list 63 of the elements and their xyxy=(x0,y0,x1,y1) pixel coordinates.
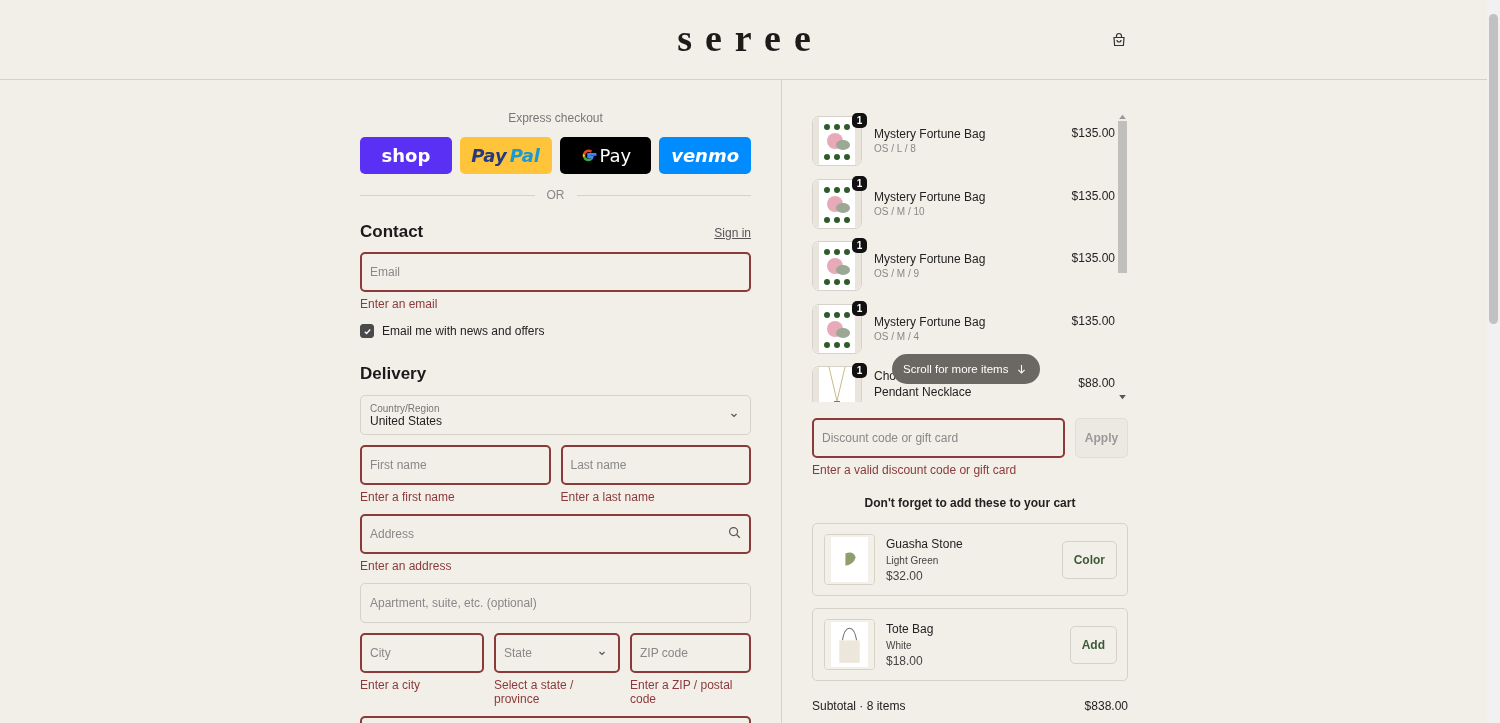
country-select[interactable]: Country/Region United States xyxy=(360,395,751,435)
delivery-heading: Delivery xyxy=(360,364,428,384)
upsell-name: Tote Bag xyxy=(886,621,935,636)
quantity-badge: 1 xyxy=(852,113,867,128)
summary-label: Subtotal · 8 items xyxy=(812,699,906,713)
address-field[interactable]: Address xyxy=(360,514,751,554)
item-price: $135.00 xyxy=(1071,187,1115,203)
upsell-price: $32.00 xyxy=(886,568,924,583)
error-message: Enter a city xyxy=(360,678,422,692)
express-pay-button[interactable]: shop xyxy=(360,137,452,174)
item-variant: OS / M / 10 xyxy=(874,205,926,217)
shopping-bag-icon[interactable] xyxy=(1111,32,1127,48)
contact-heading: Contact xyxy=(360,222,424,242)
input-field[interactable]: First name xyxy=(360,445,551,485)
item-variant: OS / M / 4 xyxy=(874,330,920,342)
express-pay-button[interactable]: Pay xyxy=(559,137,652,174)
store-logo[interactable]: seree xyxy=(677,15,824,60)
item-price: $135.00 xyxy=(1071,250,1115,265)
upsell-price: $18.00 xyxy=(886,653,924,668)
quantity-badge: 1 xyxy=(852,238,867,253)
item-price: $135.00 xyxy=(1071,125,1115,140)
item-name: Mystery Fortune Bag xyxy=(874,126,986,142)
upsell-variant: Light Green xyxy=(886,554,940,566)
checkbox[interactable] xyxy=(360,324,374,338)
quantity-badge: 1 xyxy=(852,300,867,316)
input-field[interactable]: ZIP code xyxy=(630,633,751,673)
add-button[interactable]: Add xyxy=(1069,625,1117,664)
express-checkout-label: Express checkout xyxy=(507,111,604,125)
or-divider-label: OR xyxy=(546,188,565,202)
quantity-badge: 1 xyxy=(852,175,867,191)
error-message: Enter an email xyxy=(360,297,439,311)
item-variant: OS / M / 9 xyxy=(874,268,920,279)
input-field[interactable]: Last name xyxy=(560,445,751,485)
checkbox-label: Email me with news and offers xyxy=(382,324,545,338)
error-message: Enter a last name xyxy=(560,490,656,504)
error-message: Enter an address xyxy=(360,559,453,573)
item-variant: OS / L / 8 xyxy=(874,143,917,154)
email-field[interactable]: Email xyxy=(360,252,751,292)
item-price: $135.00 xyxy=(1071,312,1115,328)
item-name: Pendant Necklace xyxy=(874,384,972,400)
scroll-down-icon[interactable] xyxy=(1119,395,1126,400)
item-name: Mystery Fortune Bag xyxy=(874,251,986,267)
discount-field[interactable]: Discount code or gift card xyxy=(812,418,1065,458)
input-field[interactable]: City xyxy=(360,633,484,673)
upsell-name: Guasha Stone xyxy=(886,536,964,551)
item-price: $88.00 xyxy=(1078,375,1115,390)
error-message: Select a state / province xyxy=(494,678,575,706)
express-pay-button[interactable]: Pay Pal xyxy=(459,137,552,174)
upsell-heading: Don't forget to add these to your cart xyxy=(863,496,1077,510)
check-icon xyxy=(362,326,372,336)
add-button[interactable]: Color xyxy=(1061,540,1117,579)
summary-value: $838.00 xyxy=(1084,699,1128,713)
error-message: Enter a first name xyxy=(360,490,456,504)
search-icon[interactable] xyxy=(728,526,741,539)
item-name: Mystery Fortune Bag xyxy=(874,313,986,330)
upsell-variant: White xyxy=(886,639,913,651)
error-message: Enter a ZIP / postal code xyxy=(630,678,734,706)
quantity-badge: 1 xyxy=(852,363,867,378)
page-scrollbar[interactable] xyxy=(1487,0,1500,723)
sign-in-link[interactable]: Sign in xyxy=(714,226,751,240)
arrow-down-icon xyxy=(1017,363,1027,375)
item-name: Mystery Fortune Bag xyxy=(874,188,986,205)
error-message: Enter a valid discount code or gift card xyxy=(812,463,1018,477)
